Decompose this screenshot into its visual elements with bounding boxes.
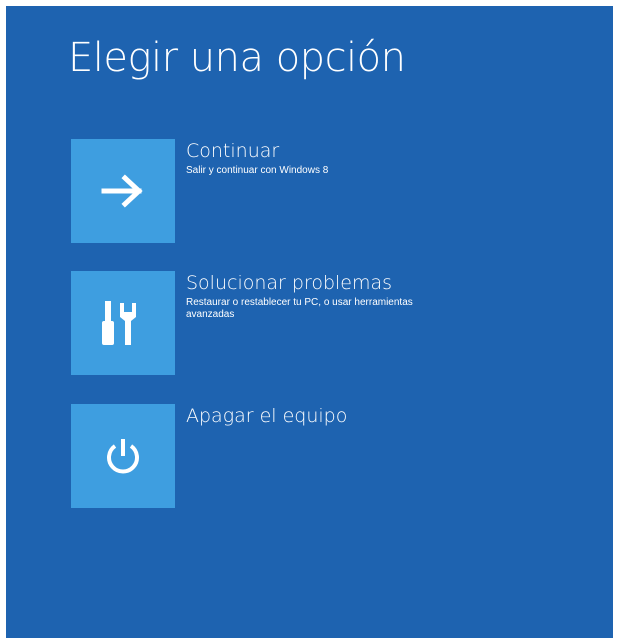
option-shutdown[interactable]: Apagar el equipo: [71, 404, 591, 508]
option-troubleshoot-tile[interactable]: [71, 271, 175, 375]
page-title: Elegir una opción: [68, 35, 406, 81]
option-troubleshoot[interactable]: Solucionar problemas Restaurar o restabl…: [71, 271, 591, 375]
option-troubleshoot-description: Restaurar o restablecer tu PC, o usar he…: [186, 297, 413, 320]
arrow-right-icon: [101, 174, 145, 208]
option-troubleshoot-title[interactable]: Solucionar problemas: [186, 271, 586, 295]
option-shutdown-text: Apagar el equipo: [186, 404, 586, 428]
tools-icon: [100, 299, 146, 347]
option-shutdown-title[interactable]: Apagar el equipo: [186, 404, 586, 428]
option-continue[interactable]: Continuar Salir y continuar con Windows …: [71, 139, 591, 243]
option-continue-text: Continuar Salir y continuar con Windows …: [186, 139, 586, 177]
option-continue-title[interactable]: Continuar: [186, 139, 586, 163]
option-continue-description: Salir y continuar con Windows 8: [186, 165, 329, 176]
power-icon: [103, 436, 143, 476]
option-shutdown-tile[interactable]: [71, 404, 175, 508]
option-continue-tile[interactable]: [71, 139, 175, 243]
recovery-screen: Elegir una opción Continuar Salir y cont…: [6, 6, 613, 638]
option-troubleshoot-text: Solucionar problemas Restaurar o restabl…: [186, 271, 586, 321]
